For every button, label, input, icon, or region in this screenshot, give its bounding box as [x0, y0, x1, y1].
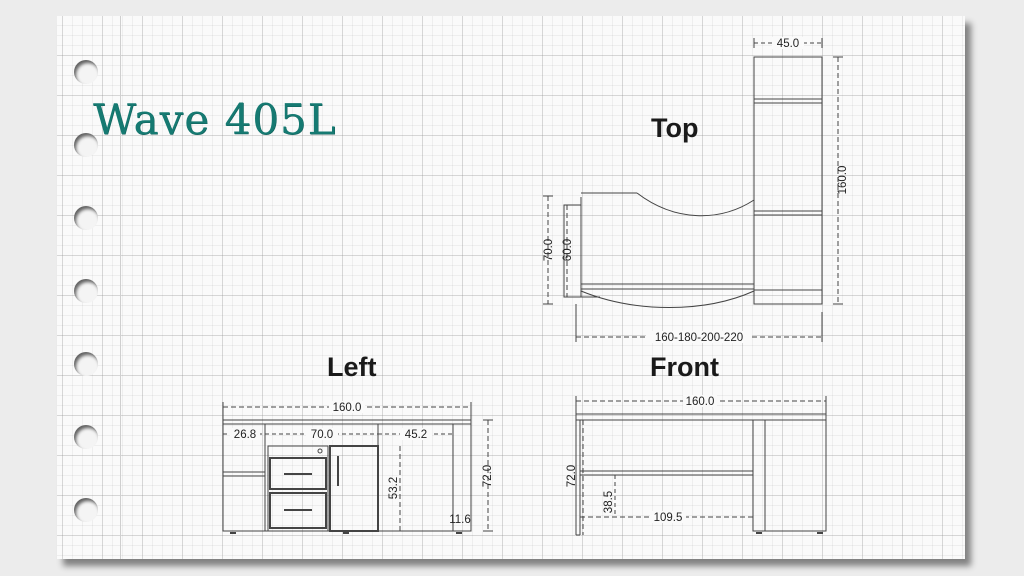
dim-left-cabinet-height: 53.2: [388, 477, 400, 499]
technical-drawing: 45.0 160.0 70.0 60.0 160-180-200-220 160…: [222, 37, 849, 536]
dim-left-overall: 160.0: [333, 402, 362, 414]
dim-left-seg3: 45.2: [405, 429, 427, 441]
dim-top-lengths: 160-180-200-220: [655, 332, 743, 344]
dim-left-seg2: 70.0: [311, 429, 333, 441]
dim-front-height: 72.0: [566, 465, 578, 487]
front-return-unit: [752, 419, 827, 532]
dim-left-leg: 11.6: [449, 514, 471, 526]
dim-top-depth-inner: 60.0: [562, 239, 574, 261]
dim-left-seg1: 26.8: [234, 429, 256, 441]
front-desktop: [575, 413, 827, 421]
dim-top-depth-total: 70.0: [543, 239, 555, 261]
dim-front-overall: 160.0: [686, 396, 715, 408]
dim-front-rail-length: 109.5: [654, 512, 683, 524]
dim-top-depth-long: 160.0: [837, 166, 849, 195]
dim-front-rail-height: 38.5: [603, 491, 615, 513]
return-unit-outline: [753, 56, 823, 305]
top-view-drawing: [543, 38, 843, 342]
dim-top-width: 45.0: [777, 38, 799, 50]
dim-left-height: 72.0: [482, 465, 494, 487]
wave-front-edge: [636, 192, 755, 217]
